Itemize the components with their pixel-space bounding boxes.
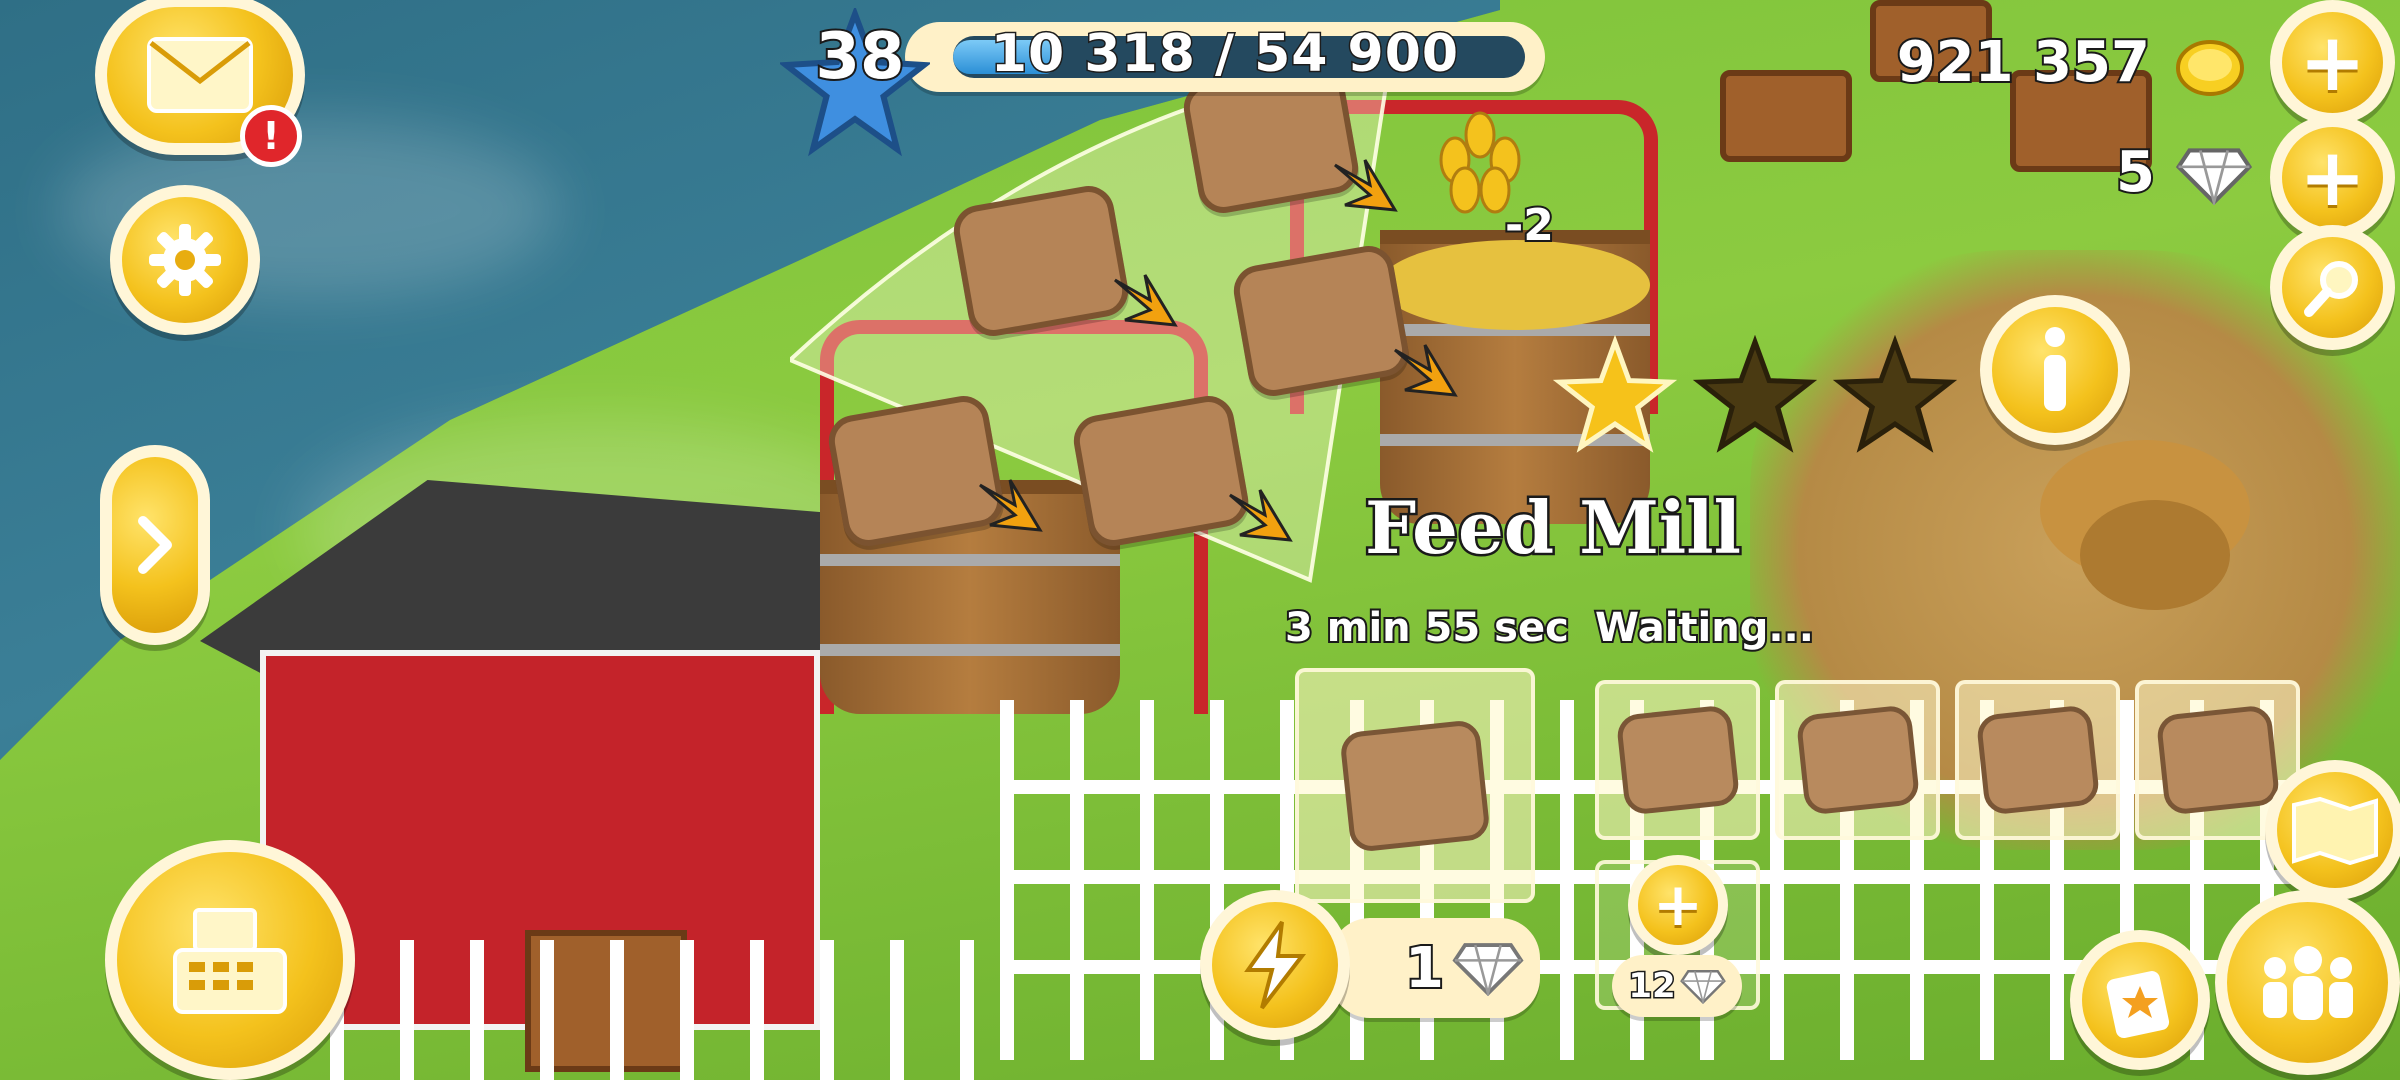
- building-title: Feed Mill: [1363, 483, 1744, 573]
- info-button[interactable]: [1980, 295, 2130, 445]
- star-filled-icon: [1552, 335, 1678, 453]
- gear-icon: [149, 224, 221, 296]
- card-icon: [2106, 971, 2170, 1039]
- xp-bar[interactable]: 10 318 / 54 900: [905, 22, 1545, 92]
- cards-button[interactable]: [2070, 930, 2210, 1070]
- diamond-icon: [1679, 970, 1726, 1004]
- skip-cost-pill[interactable]: 1: [1330, 918, 1540, 1018]
- recipe-sheep-feed[interactable]: [949, 181, 1133, 341]
- plus-icon: +: [1652, 870, 1704, 940]
- star-empty-icon: [1692, 335, 1818, 453]
- diamond-count: 5: [2114, 138, 2157, 207]
- friends-button[interactable]: [2215, 890, 2400, 1075]
- slot-cost: 12: [1627, 965, 1677, 1008]
- xp-text: 10 318 / 54 900: [989, 23, 1460, 86]
- arrow-icon: [1394, 344, 1458, 397]
- diamond-icon: [1452, 943, 1524, 996]
- friends-icon: [2262, 945, 2353, 1020]
- chicken-feed-icon: [2155, 704, 2280, 816]
- skip-button[interactable]: [1200, 890, 1350, 1040]
- magnifier-icon: [2303, 260, 2358, 317]
- envelope-icon: [147, 37, 253, 113]
- search-button[interactable]: [2270, 225, 2395, 350]
- queue-slot[interactable]: [1775, 680, 1940, 840]
- chicken-feed-icon: [1615, 704, 1740, 816]
- fence: [330, 940, 1030, 1080]
- map-icon: [2292, 796, 2378, 865]
- diamond-icon: [2175, 148, 2253, 205]
- chicken-feed-icon: [1975, 704, 2100, 816]
- plus-icon: +: [2298, 130, 2367, 224]
- arrow-icon: [1229, 489, 1293, 542]
- map-button[interactable]: [2265, 760, 2400, 900]
- chicken-feed-icon: [1795, 704, 1920, 816]
- queue-slot[interactable]: [1595, 680, 1760, 840]
- queue-slot[interactable]: [1955, 680, 2120, 840]
- arrow-icon: [1334, 159, 1398, 212]
- buy-diamonds-button[interactable]: +: [2270, 115, 2395, 240]
- cash-register-icon: [173, 908, 287, 1014]
- coin-icon: [2176, 40, 2244, 96]
- star-rating: [1552, 335, 1958, 453]
- arrow-icon: [1114, 274, 1178, 327]
- player-level: 38: [813, 18, 906, 96]
- recipe-chicken-feed[interactable]: [1229, 241, 1413, 401]
- expand-menu-button[interactable]: [100, 445, 210, 645]
- skip-cost: 1: [1403, 934, 1446, 1003]
- lightning-icon: [1244, 920, 1307, 1010]
- production-timer: 3 min 55 sec: [1283, 603, 1571, 653]
- grain-cost: -2: [1503, 198, 1556, 253]
- production-slot[interactable]: [1295, 668, 1535, 903]
- buy-coins-button[interactable]: +: [2270, 0, 2395, 125]
- queue-status: Waiting...: [1593, 603, 1816, 653]
- coin-count: 921 357: [1895, 28, 2152, 97]
- info-icon: [2044, 327, 2066, 411]
- star-empty-icon: [1832, 335, 1958, 453]
- settings-button[interactable]: [110, 185, 260, 335]
- plus-icon: +: [2298, 15, 2367, 109]
- chicken-feed-icon: [1339, 718, 1491, 853]
- arrow-icon: [979, 479, 1043, 532]
- log-pile: [1720, 70, 1852, 162]
- slot-cost-pill[interactable]: 12: [1612, 955, 1742, 1017]
- shop-button[interactable]: [105, 840, 355, 1080]
- mail-alert-badge: !: [240, 105, 302, 167]
- cow-sprite[interactable]: [2080, 500, 2230, 610]
- chevron-right-icon: [138, 516, 172, 574]
- add-slot-button[interactable]: +: [1628, 855, 1728, 955]
